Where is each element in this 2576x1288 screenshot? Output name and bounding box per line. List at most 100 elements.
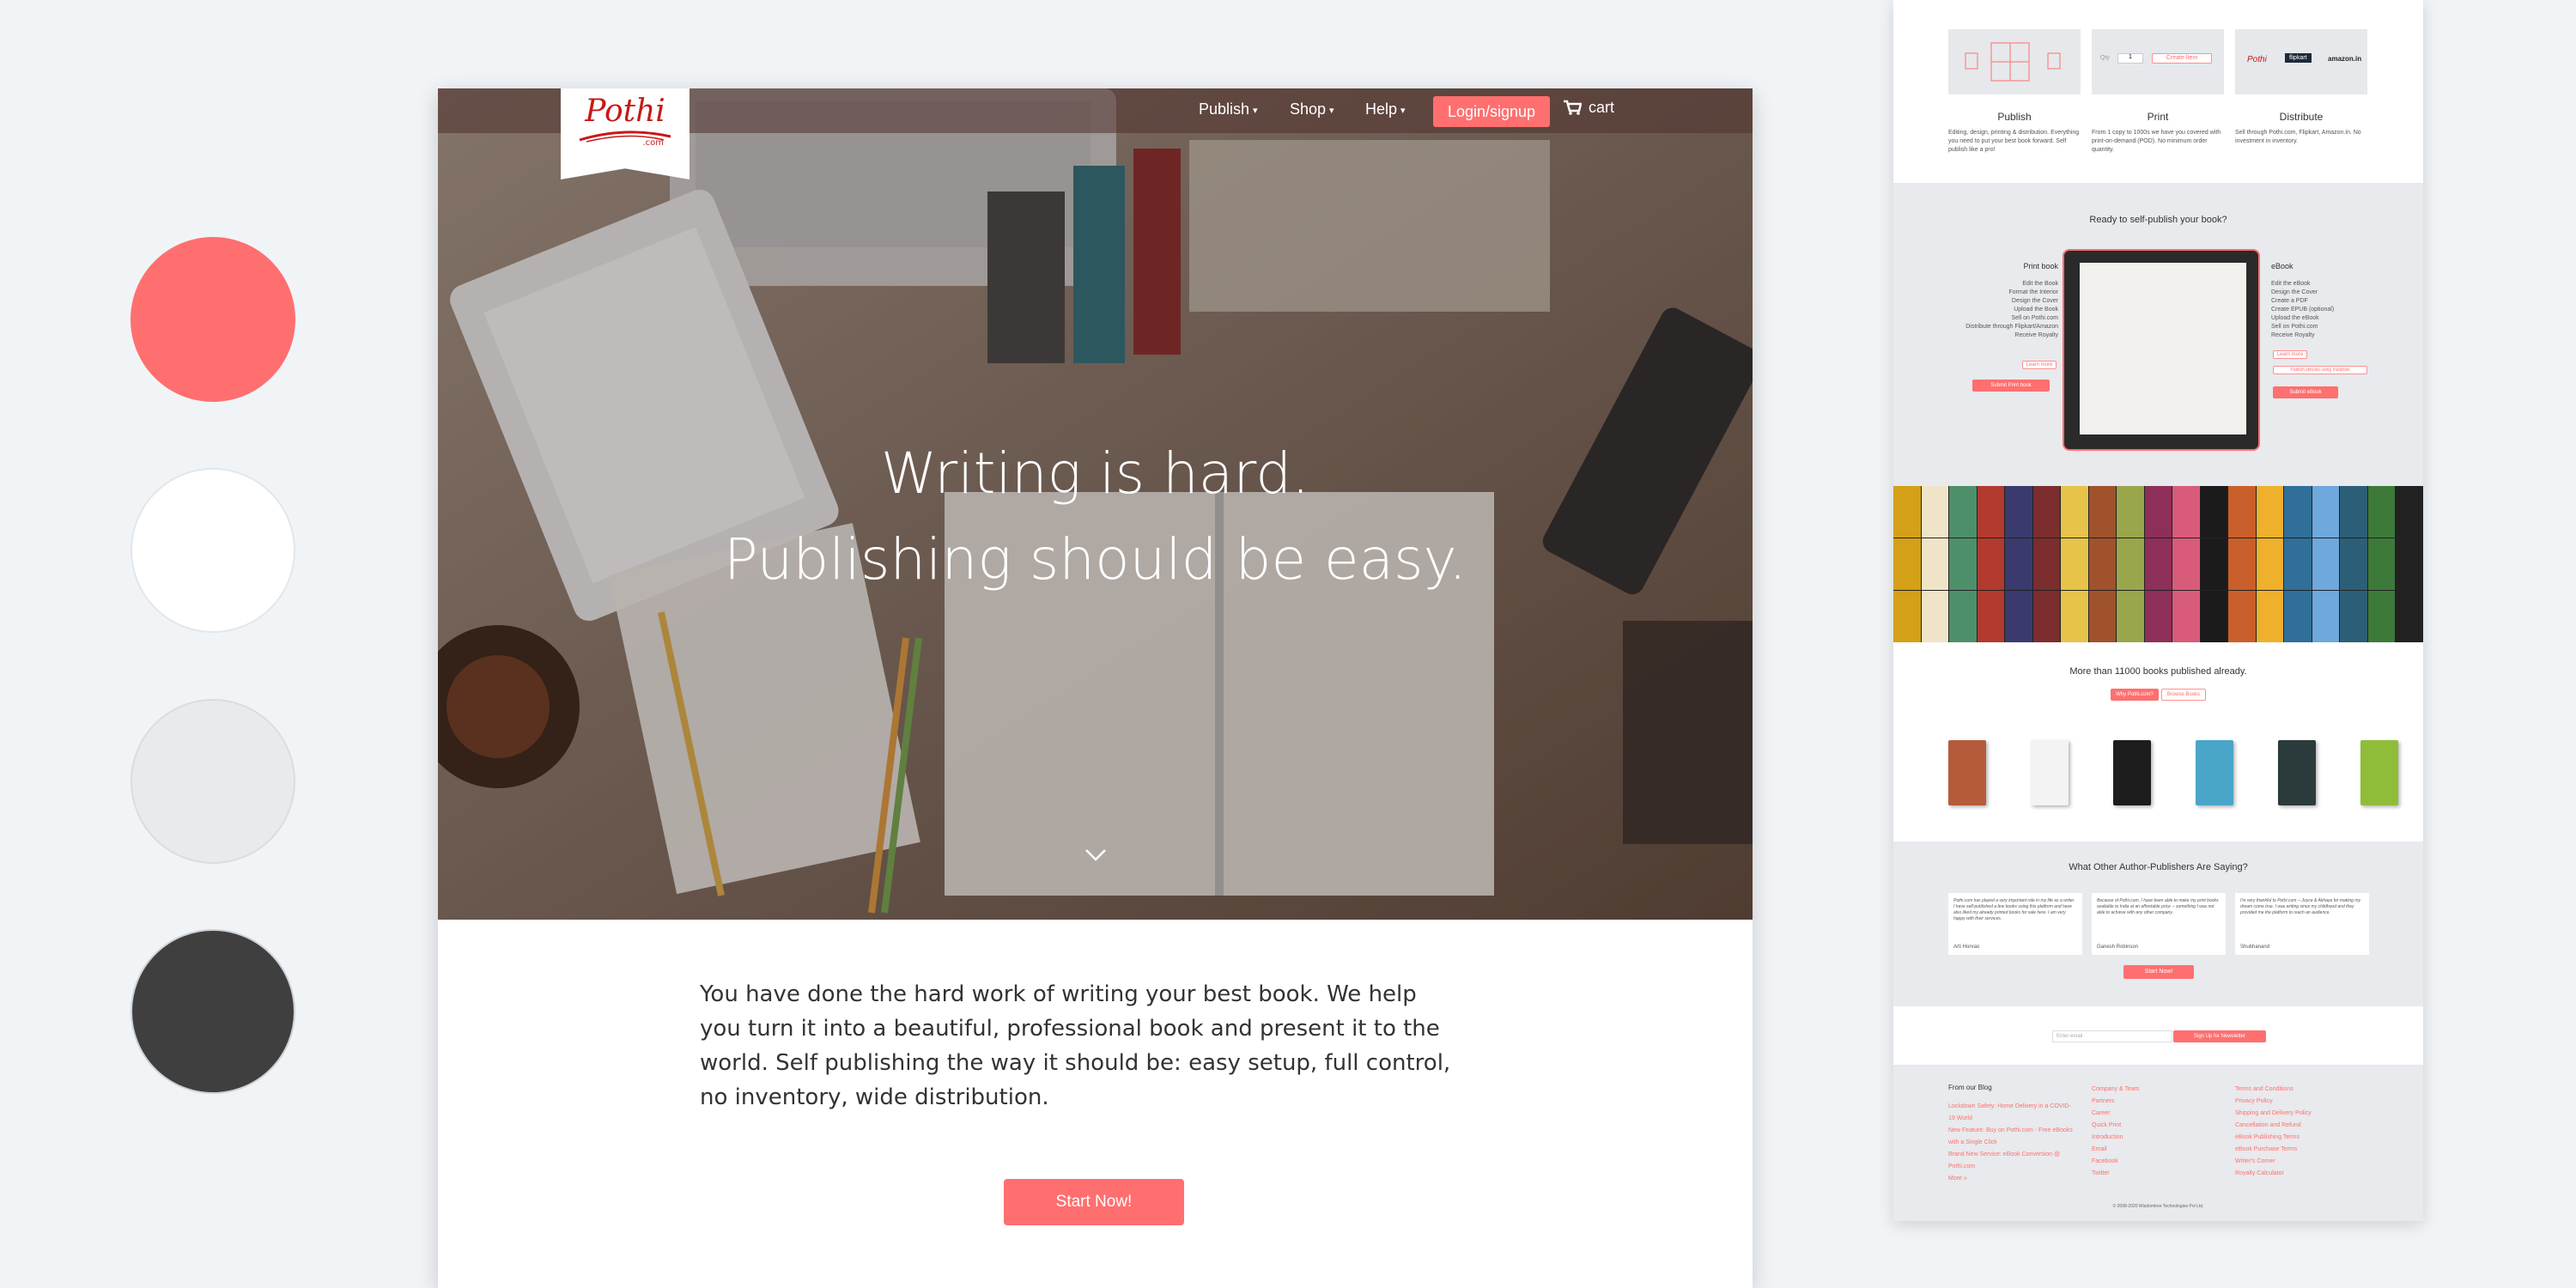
footer-link[interactable]: eBook Publishing Terms [2235,1132,2364,1144]
blog-title: From our Blog [1948,1084,1992,1091]
book-cover [2005,591,2032,642]
print-step: Format the Interior [2008,289,2058,295]
published-count: More than 11000 books published already. [2069,666,2247,677]
amazon-logo: amazon.in [2328,55,2362,63]
featured-book[interactable] [2360,740,2398,805]
featured-book[interactable] [2196,740,2233,805]
testimonial-text: Pothi.com has played a very important ro… [1953,898,2075,921]
book-cover [2117,591,2144,642]
book-cover [2144,486,2172,538]
book-cover [1949,486,1977,538]
ebook-step: Design the Cover [2271,289,2318,295]
service-desc-distribute: Sell through Pothi.com, Flipkart, Amazon… [2235,130,2361,144]
book-cover [2061,538,2088,590]
ebook-step: Create a PDF [2271,298,2308,304]
instafolio-link[interactable]: Publish eBooks using Instafolio [2273,366,2367,374]
nav-publish-label: Publish [1199,100,1250,118]
book-cover [2367,486,2396,538]
swatch-light-gray [131,699,295,864]
qty-input[interactable]: 1 [2117,53,2143,64]
tab-browse-books[interactable]: Browse Books [2161,689,2206,701]
start-now-button[interactable]: Start Now! [1004,1179,1184,1225]
featured-book[interactable] [1948,740,1986,805]
create-item-button[interactable]: Create Item [2152,53,2212,64]
caret-down-icon: ▾ [1400,105,1406,116]
featured-book[interactable] [2031,740,2069,805]
chevron-down-icon[interactable] [1084,848,1107,862]
ebook-learn-more[interactable]: Learn more [2273,350,2307,359]
book-cover [2396,486,2423,538]
blog-link[interactable]: Brand New Service: eBook Conversion @ Po… [1948,1149,2077,1173]
publish-icon [1965,42,2061,82]
submit-print-book-button[interactable]: Submit Print book [1972,380,2050,392]
footer-col-company: Company & Team Partners Career Quick Pri… [2092,1084,2221,1180]
caret-down-icon: ▾ [1329,105,1334,116]
footer-link[interactable]: Cancellation and Refund [2235,1120,2364,1132]
book-cover [1921,538,1949,590]
blog-link[interactable]: Lockdown Safety: Home Delivery in a COVI… [1948,1101,2077,1125]
book-cover [2228,591,2256,642]
print-step: Receive Royalty [2014,332,2058,338]
flipkart-logo: flipkart [2285,53,2312,63]
ereader-mockup [2063,249,2260,451]
blog-link[interactable]: More » [1948,1173,2077,1185]
footer-link[interactable]: Privacy Policy [2235,1096,2364,1108]
pothi-logo[interactable]: Pothi .com [561,88,690,179]
print-step: Distribute through Flipkart/Amazon [1965,324,2058,330]
book-cover [2172,486,2200,538]
book-cover [2367,591,2396,642]
book-cover [2032,486,2061,538]
footer-link[interactable]: Quick Print [2092,1120,2221,1132]
footer-link[interactable]: Career [2092,1108,2221,1120]
footer-link[interactable]: Writer's Corner [2235,1156,2364,1168]
nav-shop-label: Shop [1290,100,1327,118]
book-cover [2284,591,2312,642]
nav-shop[interactable]: Shop ▾ [1290,100,1334,118]
cart-link[interactable]: cart [1563,99,1614,117]
footer-link[interactable]: Shipping and Delivery Policy [2235,1108,2364,1120]
newsletter-email-input[interactable]: Enter email [2052,1030,2172,1042]
book-cover [2088,486,2117,538]
intro-paragraph: You have done the hard work of writing y… [700,981,1451,1110]
cart-icon [1564,100,1583,115]
footer-link[interactable]: Introduction [2092,1132,2221,1144]
blog-link[interactable]: New Feature: Buy on Pothi.com - Free eBo… [1948,1125,2077,1149]
homepage-preview: Pothi .com Publish ▾ Shop ▾ Help ▾ Login/si… [438,88,1753,1288]
ebook-step: Sell on Pothi.com [2271,324,2318,330]
newsletter-signup-button[interactable]: Sign Up for Newsletter [2173,1030,2266,1042]
book-cover [2340,486,2367,538]
book-cover [1949,538,1977,590]
copyright: © 2008-2020 Wisdomtree Technologies Pvt … [2112,1204,2204,1209]
book-cover [2340,591,2367,642]
nav-publish[interactable]: Publish ▾ [1199,100,1258,118]
tab-why-pothi[interactable]: Why Pothi.com? [2111,689,2159,701]
print-learn-more[interactable]: Learn more [2022,361,2057,369]
book-cover [2032,538,2061,590]
footer-link[interactable]: Royalty Calculator [2235,1168,2364,1180]
nav-help[interactable]: Help ▾ [1365,100,1406,118]
footer-link[interactable]: Company & Team [2092,1084,2221,1096]
book-cover [2228,486,2256,538]
book-cover [1977,591,2005,642]
service-title-publish: Publish [1997,111,2032,123]
featured-book[interactable] [2278,740,2316,805]
testimonials-start-button[interactable]: Start Now! [2123,965,2194,979]
featured-book[interactable] [2113,740,2151,805]
footer-link[interactable]: Facebook [2092,1156,2221,1168]
ebook-step: Edit the eBook [2271,281,2311,287]
ebook-steps: Edit the eBook Design the Cover Create a… [2271,280,2374,340]
book-cover [2061,486,2088,538]
book-cover [1893,591,1921,642]
footer-link[interactable]: Email [2092,1144,2221,1156]
footer-link[interactable]: Twitter [2092,1168,2221,1180]
hero-section: Pothi .com Publish ▾ Shop ▾ Help ▾ Login/si… [438,88,1753,920]
footer-link[interactable]: Terms and Conditions [2235,1084,2364,1096]
footer-link[interactable]: eBook Purchase Terms [2235,1144,2364,1156]
ebook-step: Receive Royalty [2271,332,2315,338]
login-signup-button[interactable]: Login/signup [1433,96,1550,127]
publish-card-image [1948,29,2081,94]
book-cover [2312,591,2340,642]
submit-ebook-button[interactable]: Submit eBook [2273,386,2338,398]
footer-link[interactable]: Partners [2092,1096,2221,1108]
book-cover [2284,538,2312,590]
